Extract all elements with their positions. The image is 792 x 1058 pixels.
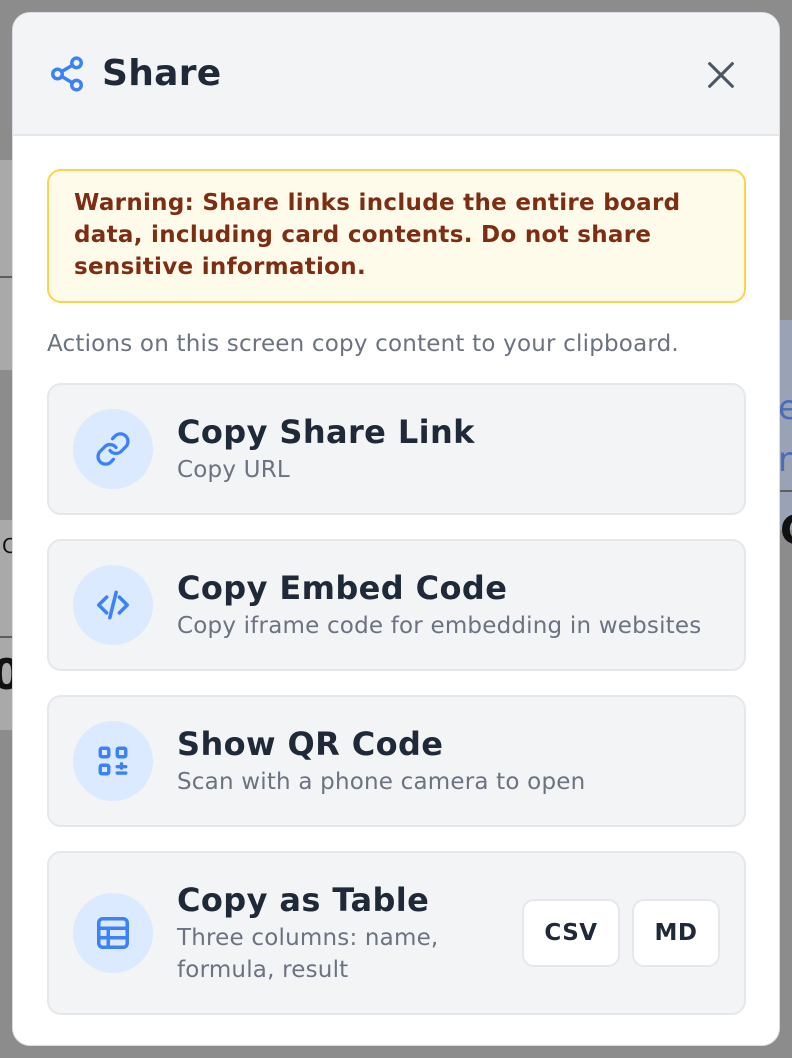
- background-text: r: [778, 440, 792, 480]
- card-title: Copy Share Link: [177, 413, 475, 451]
- table-icon: [94, 914, 132, 952]
- copy-embed-code-button[interactable]: Copy Embed Code Copy iframe code for emb…: [47, 539, 746, 671]
- code-icon: [94, 586, 132, 624]
- show-qr-code-button[interactable]: Show QR Code Scan with a phone camera to…: [47, 695, 746, 827]
- share-dialog: Share Warning: Share links include the e…: [12, 12, 780, 1046]
- link-icon: [95, 431, 131, 467]
- card-text: Copy Embed Code Copy iframe code for emb…: [177, 568, 720, 642]
- copy-share-link-button[interactable]: Copy Share Link Copy URL: [47, 383, 746, 515]
- icon-circle: [73, 565, 153, 645]
- dialog-header: Share: [13, 13, 779, 136]
- card-subtitle: Scan with a phone camera to open: [177, 769, 586, 795]
- copy-markdown-button[interactable]: MD: [632, 899, 720, 967]
- icon-circle: [73, 409, 153, 489]
- card-subtitle: Three columns: name, formula, result: [177, 925, 439, 983]
- copy-csv-button[interactable]: CSV: [522, 899, 620, 967]
- background-text: e: [778, 388, 792, 428]
- card-text: Copy as Table Three columns: name, formu…: [177, 880, 512, 986]
- card-text: Copy Share Link Copy URL: [177, 412, 720, 486]
- clipboard-info-text: Actions on this screen copy content to y…: [47, 331, 679, 357]
- warning-banner: Warning: Share links include the entire …: [47, 169, 746, 303]
- card-text: Show QR Code Scan with a phone camera to…: [177, 724, 720, 798]
- background-divider: [0, 636, 12, 638]
- qr-code-icon: [96, 744, 130, 778]
- background-text: C: [780, 508, 792, 554]
- dialog-body: Warning: Share links include the entire …: [13, 136, 779, 1015]
- card-title: Copy as Table: [177, 881, 430, 919]
- dialog-title: Share: [102, 53, 222, 94]
- background-divider: [0, 276, 12, 278]
- icon-circle: [73, 893, 153, 973]
- icon-circle: [73, 721, 153, 801]
- card-subtitle: Copy iframe code for embedding in websit…: [177, 613, 702, 639]
- background-panel: [0, 160, 12, 370]
- card-subtitle: Copy URL: [177, 457, 290, 483]
- card-title: Show QR Code: [177, 725, 444, 763]
- close-icon: [704, 58, 738, 92]
- copy-as-table-card: Copy as Table Three columns: name, formu…: [47, 851, 746, 1015]
- share-icon: [48, 55, 86, 93]
- background-divider: [780, 490, 792, 492]
- card-title: Copy Embed Code: [177, 569, 508, 607]
- close-button[interactable]: [701, 55, 741, 95]
- format-buttons: CSV MD: [522, 899, 720, 967]
